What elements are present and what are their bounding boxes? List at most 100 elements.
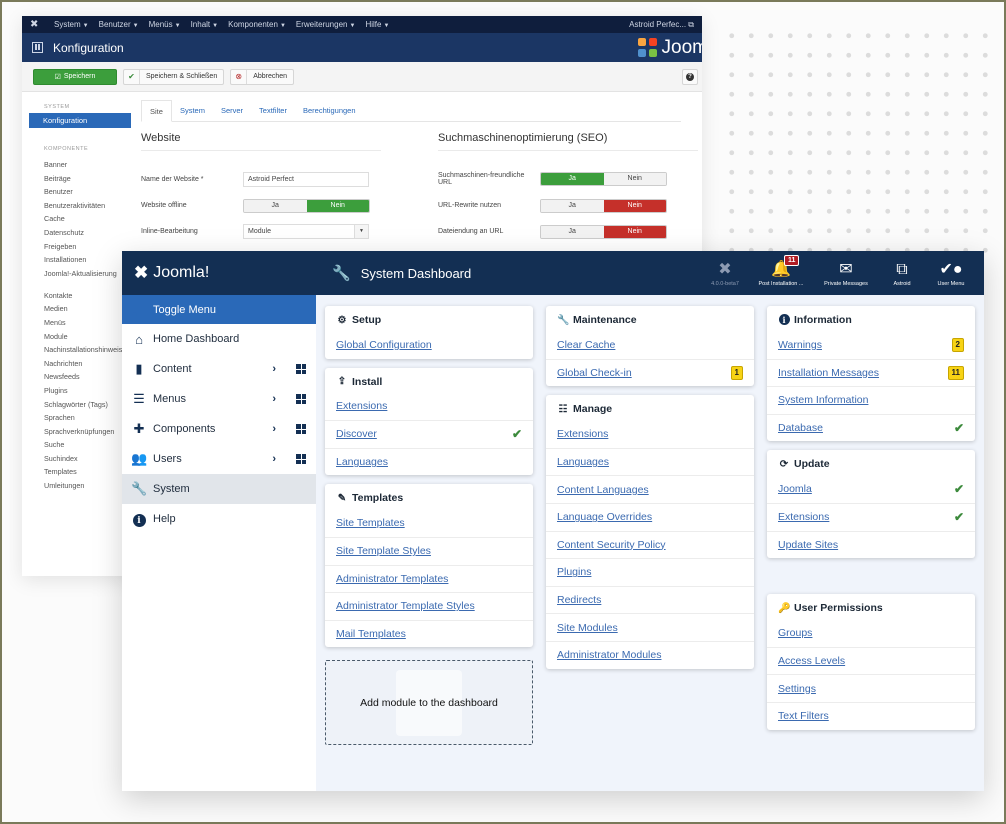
link-access-levels[interactable]: Access Levels [778, 655, 845, 667]
dashboard-grid-icon[interactable] [296, 364, 306, 374]
tab-textfilter[interactable]: Textfilter [251, 100, 295, 121]
link-site-modules[interactable]: Site Modules [557, 622, 618, 634]
chevron-right-icon[interactable]: › [272, 453, 276, 465]
link-install-languages[interactable]: Languages [336, 456, 388, 468]
link-system-information[interactable]: System Information [778, 394, 868, 406]
tab-server[interactable]: Server [213, 100, 251, 121]
link-content-languages[interactable]: Content Languages [557, 484, 649, 496]
site-name-input[interactable]: Astroid Perfect [243, 172, 369, 187]
link-manage-extensions[interactable]: Extensions [557, 428, 608, 440]
site-link[interactable]: Astroid Perfec... ⧉ [629, 20, 694, 30]
menu-komponenten[interactable]: Komponenten ▼ [228, 20, 286, 29]
url-rewrite-no[interactable]: Nein [603, 199, 666, 212]
sidebar-component-item[interactable]: Banner [22, 158, 131, 172]
link-administrator-template-styles[interactable]: Administrator Template Styles [336, 600, 475, 612]
private-messages[interactable]: ✉ Private Messages [814, 251, 878, 295]
url-rewrite-yes[interactable]: Ja [541, 199, 604, 212]
sidebar-toggle-menu[interactable]: Toggle Menu [122, 295, 316, 324]
dashboard-grid-icon[interactable] [296, 424, 306, 434]
link-redirects[interactable]: Redirects [557, 594, 601, 606]
sidebar-item-help[interactable]: i Help [122, 504, 316, 534]
menu-hilfe[interactable]: Hilfe ▼ [365, 20, 389, 29]
sidebar-item-konfiguration[interactable]: Konfiguration [29, 113, 131, 128]
sidebar-component-item[interactable]: Sprachverknüpfungen [22, 425, 131, 439]
link-update-extensions[interactable]: Extensions [778, 511, 829, 523]
sidebar-component-item[interactable]: Nachrichten [22, 357, 131, 371]
link-groups[interactable]: Groups [778, 627, 812, 639]
url-suffix-no[interactable]: Nein [603, 225, 666, 238]
menu-inhalt[interactable]: Inhalt ▼ [191, 20, 219, 29]
sidebar-component-item[interactable]: Beiträge [22, 172, 131, 186]
menu-menus[interactable]: Menüs ▼ [149, 20, 181, 29]
add-module-button[interactable]: Add module to the dashboard [325, 660, 533, 746]
sidebar-component-item[interactable]: Installationen [22, 253, 131, 267]
sidebar-component-item[interactable]: Schlagwörter (Tags) [22, 398, 131, 412]
tab-system[interactable]: System [172, 100, 213, 121]
link-discover[interactable]: Discover [336, 428, 377, 440]
chevron-right-icon[interactable]: › [272, 423, 276, 435]
sidebar-component-item[interactable]: Datenschutz [22, 226, 131, 240]
tab-site[interactable]: Site [141, 100, 172, 122]
link-language-overrides[interactable]: Language Overrides [557, 511, 652, 523]
sidebar-component-item[interactable]: Kontakte [22, 289, 131, 303]
sidebar-item-users[interactable]: 👥 Users › [122, 444, 316, 474]
link-update-joomla[interactable]: Joomla [778, 483, 812, 495]
help-button[interactable]: ? [682, 68, 698, 85]
dashboard-grid-icon[interactable] [296, 394, 306, 404]
sidebar-component-item[interactable]: Sprachen [22, 411, 131, 425]
tab-permissions[interactable]: Berechtigungen [295, 100, 364, 121]
sidebar-component-item[interactable]: Umleitungen [22, 479, 131, 493]
link-database[interactable]: Database [778, 422, 823, 434]
link-warnings[interactable]: Warnings [778, 339, 822, 351]
link-mail-templates[interactable]: Mail Templates [336, 628, 406, 640]
sidebar-component-item[interactable]: Suchindex [22, 452, 131, 466]
menu-benutzer[interactable]: Benutzer ▼ [99, 20, 139, 29]
joomla-logo-icon[interactable]: ✖ [30, 19, 40, 30]
link-installation-messages[interactable]: Installation Messages [778, 367, 879, 379]
link-site-templates[interactable]: Site Templates [336, 517, 405, 529]
joomla-logo[interactable]: ✖ Joomla! [122, 263, 316, 283]
sidebar-component-item[interactable]: Freigeben [22, 240, 131, 254]
link-update-sites[interactable]: Update Sites [778, 539, 838, 551]
link-plugins[interactable]: Plugins [557, 566, 591, 578]
link-install-extensions[interactable]: Extensions [336, 400, 387, 412]
sef-url-no[interactable]: Nein [603, 173, 666, 185]
sidebar-component-item[interactable]: Module [22, 330, 131, 344]
menu-system[interactable]: System ▼ [54, 20, 89, 29]
link-settings[interactable]: Settings [778, 683, 816, 695]
sidebar-component-item[interactable]: Medien [22, 302, 131, 316]
version-indicator[interactable]: ✖ 4.0.0-beta7 [702, 251, 748, 295]
site-offline-no[interactable]: Nein [306, 199, 369, 212]
sidebar-component-item[interactable]: Benutzeraktivitäten [22, 199, 131, 213]
sidebar-item-system[interactable]: 🔧 System [122, 474, 316, 504]
sidebar-item-home-dashboard[interactable]: ⌂ Home Dashboard [122, 324, 316, 354]
save-and-close-button[interactable]: ✔ Speichern & Schließen [123, 68, 225, 85]
site-offline-yes[interactable]: Ja [244, 199, 307, 212]
sidebar-component-item[interactable]: Joomla!-Aktualisierung [22, 267, 131, 289]
sidebar-component-item[interactable]: Suche [22, 438, 131, 452]
link-content-security-policy[interactable]: Content Security Policy [557, 539, 666, 551]
inline-editing-select[interactable]: Module ▼ [243, 224, 369, 239]
sidebar-item-content[interactable]: ▮ Content › [122, 354, 316, 384]
link-manage-languages[interactable]: Languages [557, 456, 609, 468]
sidebar-component-item[interactable]: Benutzer [22, 185, 131, 199]
sidebar-item-components[interactable]: ✚ Components › [122, 414, 316, 444]
link-administrator-templates[interactable]: Administrator Templates [336, 573, 448, 585]
sidebar-component-item[interactable]: Menüs [22, 316, 131, 330]
link-administrator-modules[interactable]: Administrator Modules [557, 649, 661, 661]
post-installation-messages[interactable]: 🔔 11 Post Installation ... [748, 251, 814, 295]
chevron-right-icon[interactable]: › [272, 393, 276, 405]
view-site-link[interactable]: ⧉ Astroid [878, 251, 926, 295]
sef-url-yes[interactable]: Ja [541, 173, 604, 185]
sidebar-component-item[interactable]: Newsfeeds [22, 370, 131, 384]
cancel-button[interactable]: ⊗ Abbrechen [230, 68, 295, 85]
link-site-template-styles[interactable]: Site Template Styles [336, 545, 431, 557]
url-suffix-yes[interactable]: Ja [541, 225, 604, 238]
link-clear-cache[interactable]: Clear Cache [557, 339, 615, 351]
dashboard-grid-icon[interactable] [296, 454, 306, 464]
user-menu[interactable]: ✔● User Menu [926, 251, 976, 295]
sidebar-component-item[interactable]: Templates [22, 465, 131, 479]
link-text-filters[interactable]: Text Filters [778, 710, 829, 722]
link-global-check-in[interactable]: Global Check-in [557, 367, 632, 379]
chevron-right-icon[interactable]: › [272, 363, 276, 375]
